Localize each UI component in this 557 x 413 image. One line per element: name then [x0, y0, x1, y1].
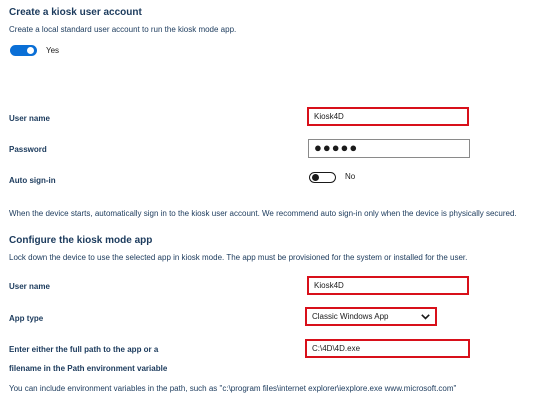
password-mask: ●●●●●: [314, 140, 359, 155]
app-username-label: User name: [9, 282, 50, 291]
auto-signin-label: Auto sign-in: [9, 176, 56, 185]
app-username-value: Kiosk4D: [314, 281, 344, 290]
section-description-kiosk-app: Lock down the device to use the selected…: [9, 253, 468, 262]
create-account-toggle-label: Yes: [46, 46, 60, 55]
auto-signin-note: When the device starts, automatically si…: [9, 209, 517, 218]
app-username-field[interactable]: Kiosk4D: [307, 276, 469, 295]
app-path-label-line1: Enter either the full path to the app or…: [9, 345, 159, 354]
username-label: User name: [9, 114, 50, 123]
username-value: Kiosk4D: [314, 112, 344, 121]
section-title-kiosk-user: Create a kiosk user account: [9, 7, 142, 18]
app-path-field[interactable]: C:\4D\4D.exe: [305, 339, 470, 358]
auto-signin-state: No: [345, 172, 356, 181]
auto-signin-toggle[interactable]: [309, 172, 336, 183]
toggle-knob: [27, 47, 34, 54]
create-account-toggle[interactable]: [10, 45, 37, 56]
app-path-note: You can include environment variables in…: [9, 384, 457, 393]
app-type-label: App type: [9, 314, 44, 323]
app-type-select[interactable]: Classic Windows App: [305, 307, 437, 326]
app-path-label-line2: filename in the Path environment variabl…: [9, 364, 168, 373]
username-field[interactable]: Kiosk4D: [307, 107, 469, 126]
chevron-down-icon[interactable]: [420, 312, 430, 322]
password-label: Password: [9, 145, 47, 154]
app-type-value: Classic Windows App: [312, 312, 389, 321]
section-description-kiosk-user: Create a local standard user account to …: [9, 25, 237, 34]
app-path-value: C:\4D\4D.exe: [312, 344, 361, 353]
password-field[interactable]: ●●●●●: [308, 139, 470, 158]
toggle-knob: [312, 174, 319, 181]
section-title-kiosk-app: Configure the kiosk mode app: [9, 235, 153, 246]
